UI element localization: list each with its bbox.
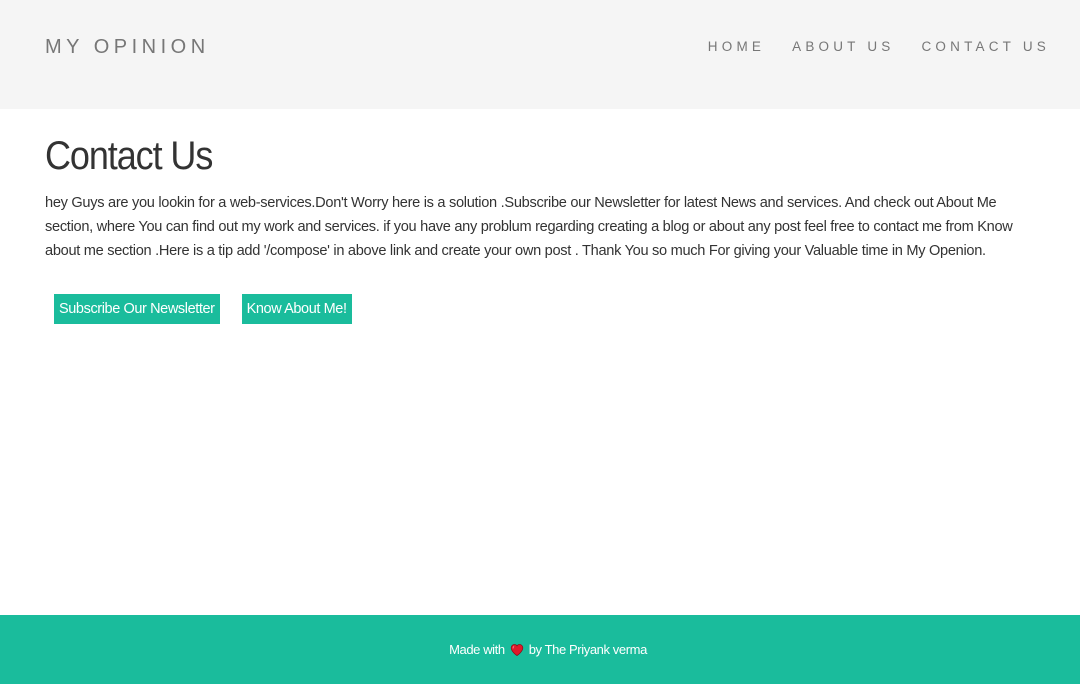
main-content: Contact Us hey Guys are you lookin for a… (45, 134, 1045, 263)
footer-credit: Made with by The Priyank verma (449, 642, 647, 657)
heart-icon (510, 643, 524, 657)
action-buttons: Subscribe Our Newsletter Know About Me! (54, 294, 352, 324)
footer: Made with by The Priyank verma (0, 615, 1080, 684)
footer-prefix: Made with (449, 642, 505, 657)
nav-menu: HOME ABOUT US CONTACT US (708, 39, 1050, 54)
brand-logo[interactable]: MY OPINION (45, 36, 210, 59)
know-about-me-button[interactable]: Know About Me! (241, 294, 352, 324)
nav-link-about-us[interactable]: ABOUT US (792, 39, 894, 54)
nav-link-contact-us[interactable]: CONTACT US (921, 39, 1050, 54)
nav-link-home[interactable]: HOME (708, 39, 765, 54)
page-title: Contact Us (45, 134, 213, 178)
footer-author: by The Priyank verma (528, 642, 648, 657)
subscribe-newsletter-button[interactable]: Subscribe Our Newsletter (54, 294, 220, 324)
navbar: MY OPINION HOME ABOUT US CONTACT US (0, 0, 1080, 109)
intro-paragraph: hey Guys are you lookin for a web-servic… (45, 195, 1013, 259)
